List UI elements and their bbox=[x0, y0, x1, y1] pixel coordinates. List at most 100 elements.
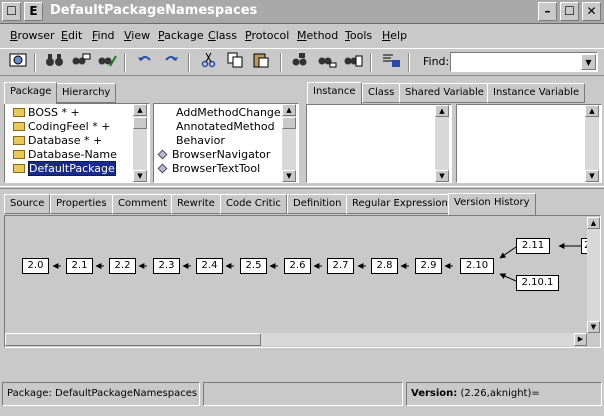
menu-tools[interactable]: Tools bbox=[345, 29, 372, 42]
scroll-down-icon[interactable]: ▼ bbox=[585, 170, 599, 182]
close-icon[interactable]: ✕ bbox=[582, 2, 601, 21]
find-input[interactable]: ▼ bbox=[450, 52, 598, 72]
list-item-selected[interactable]: DefaultPackage bbox=[13, 161, 116, 176]
graph-horizontal-scrollbar[interactable]: ▶ bbox=[5, 333, 587, 346]
menu-find[interactable]: Find bbox=[92, 29, 115, 42]
menu-method[interactable]: Method bbox=[297, 29, 338, 42]
tab-comment[interactable]: Comment bbox=[112, 194, 173, 214]
format-icon[interactable] bbox=[380, 52, 402, 73]
folder-icon bbox=[13, 136, 25, 145]
tab-rewrite[interactable]: Rewrite bbox=[171, 194, 221, 214]
package-list-scrollbar[interactable]: ▲ ▼ bbox=[133, 104, 147, 182]
version-node[interactable]: 2.2 bbox=[109, 258, 136, 274]
diamond-icon bbox=[157, 163, 168, 174]
tab-regular-expression[interactable]: Regular Expression bbox=[346, 194, 454, 214]
find-class-icon[interactable] bbox=[290, 52, 312, 73]
graph-vertical-scrollbar[interactable]: ▲ ▼ bbox=[587, 217, 600, 333]
class-list-scrollbar[interactable]: ▲ ▼ bbox=[282, 104, 296, 182]
menu-edit[interactable]: Edit bbox=[61, 29, 82, 42]
list-item[interactable]: AddMethodChange bbox=[176, 106, 281, 120]
toolbar-separator bbox=[370, 53, 372, 72]
tab-class[interactable]: Class bbox=[362, 83, 401, 103]
menu-bar: Browser Edit Find View Package Class Pro… bbox=[0, 25, 604, 47]
menu-browser[interactable]: Browser bbox=[10, 29, 55, 42]
chevron-down-icon[interactable]: ▼ bbox=[581, 54, 596, 70]
scroll-down-icon[interactable]: ▼ bbox=[133, 170, 147, 182]
tab-properties[interactable]: Properties bbox=[50, 194, 113, 214]
menu-package[interactable]: Package bbox=[158, 29, 204, 42]
binoculars-icon[interactable] bbox=[44, 52, 66, 73]
folder-icon bbox=[13, 164, 25, 173]
undo-icon[interactable] bbox=[134, 52, 156, 73]
version-node[interactable]: 2.4 bbox=[196, 258, 223, 274]
tab-source[interactable]: Source bbox=[4, 194, 51, 214]
menu-help[interactable]: Help bbox=[382, 29, 407, 42]
scroll-up-icon[interactable]: ▲ bbox=[133, 104, 147, 116]
window-menu-icon[interactable]: E bbox=[24, 2, 43, 21]
tab-code-critic[interactable]: Code Critic bbox=[220, 194, 287, 214]
list-item[interactable]: Behavior bbox=[176, 134, 225, 148]
redo-icon[interactable] bbox=[160, 52, 182, 73]
version-node[interactable]: 2.11 bbox=[516, 238, 550, 254]
menu-class[interactable]: Class bbox=[208, 29, 237, 42]
version-node[interactable]: 2.5 bbox=[240, 258, 267, 274]
window-close-box-icon[interactable]: ☐ bbox=[2, 2, 21, 21]
list-item[interactable]: Database * + bbox=[13, 134, 102, 148]
minimize-icon[interactable]: – bbox=[538, 2, 557, 21]
list-item[interactable]: BrowserNavigator bbox=[156, 148, 270, 162]
list-item[interactable]: Database-Name bbox=[13, 148, 117, 162]
scroll-thumb[interactable] bbox=[5, 333, 261, 346]
version-graph: 2.0 2.1 2.2 2.3 2.4 2.5 2.6 2.7 2.8 2.9 … bbox=[5, 217, 587, 333]
version-node[interactable]: 2.6 bbox=[284, 258, 311, 274]
menu-protocol[interactable]: Protocol bbox=[245, 29, 289, 42]
scroll-thumb[interactable] bbox=[282, 117, 296, 129]
scroll-up-icon[interactable]: ▲ bbox=[587, 217, 600, 229]
version-node[interactable]: 2.7 bbox=[327, 258, 354, 274]
status-middle bbox=[203, 382, 403, 406]
list-item[interactable]: CodingFeel * + bbox=[13, 120, 110, 134]
find-references-icon[interactable] bbox=[342, 52, 364, 73]
scroll-right-icon[interactable]: ▶ bbox=[574, 333, 587, 346]
list-item[interactable]: BOSS * + bbox=[13, 106, 80, 120]
version-node[interactable]: 2.10 bbox=[460, 258, 494, 274]
toolbar-separator bbox=[280, 53, 282, 72]
maximize-icon[interactable]: ☐ bbox=[560, 2, 579, 21]
pane-splitter[interactable] bbox=[0, 186, 604, 189]
scroll-down-icon[interactable]: ▼ bbox=[587, 321, 600, 333]
tab-definition[interactable]: Definition bbox=[287, 194, 348, 214]
version-node[interactable]: 2.0 bbox=[22, 258, 49, 274]
tab-shared-variable[interactable]: Shared Variable bbox=[399, 83, 490, 103]
tab-package[interactable]: Package bbox=[4, 82, 58, 104]
folder-icon bbox=[13, 122, 25, 131]
find-method-icon[interactable] bbox=[316, 52, 338, 73]
tab-hierarchy[interactable]: Hierarchy bbox=[56, 83, 117, 103]
class-list: AddMethodChange AnnotatedMethod Behavior… bbox=[153, 103, 299, 183]
scroll-up-icon[interactable]: ▲ bbox=[435, 105, 449, 117]
scroll-up-icon[interactable]: ▲ bbox=[585, 105, 599, 117]
cut-icon[interactable] bbox=[198, 52, 220, 73]
title-bar: ☐ E DefaultPackageNamespaces – ☐ ✕ bbox=[0, 0, 604, 24]
paste-icon[interactable] bbox=[250, 52, 272, 73]
scroll-down-icon[interactable]: ▼ bbox=[435, 170, 449, 182]
version-node[interactable]: 2.3 bbox=[153, 258, 180, 274]
scroll-thumb[interactable] bbox=[133, 117, 147, 129]
method-list-scrollbar[interactable]: ▲ ▼ bbox=[585, 105, 599, 182]
version-node[interactable]: 2.1 bbox=[66, 258, 93, 274]
folder-icon bbox=[13, 108, 25, 117]
tab-instance-variable[interactable]: Instance Variable bbox=[487, 83, 586, 103]
find-chat-icon[interactable] bbox=[70, 52, 92, 73]
menu-view[interactable]: View bbox=[124, 29, 150, 42]
tab-instance[interactable]: Instance bbox=[307, 82, 362, 104]
version-node[interactable]: 2.9 bbox=[415, 258, 442, 274]
protocol-list-scrollbar[interactable]: ▲ ▼ bbox=[435, 105, 449, 182]
find-wand-icon[interactable] bbox=[96, 52, 118, 73]
scroll-down-icon[interactable]: ▼ bbox=[282, 170, 296, 182]
scroll-up-icon[interactable]: ▲ bbox=[282, 104, 296, 116]
version-node[interactable]: 2.10.1 bbox=[516, 275, 559, 291]
copy-icon[interactable] bbox=[224, 52, 246, 73]
list-item[interactable]: AnnotatedMethod bbox=[176, 120, 275, 134]
version-node[interactable]: 2.8 bbox=[371, 258, 398, 274]
tab-version-history[interactable]: Version History bbox=[448, 193, 536, 215]
browser-icon[interactable] bbox=[7, 52, 29, 73]
list-item[interactable]: BrowserTextTool bbox=[156, 162, 260, 176]
